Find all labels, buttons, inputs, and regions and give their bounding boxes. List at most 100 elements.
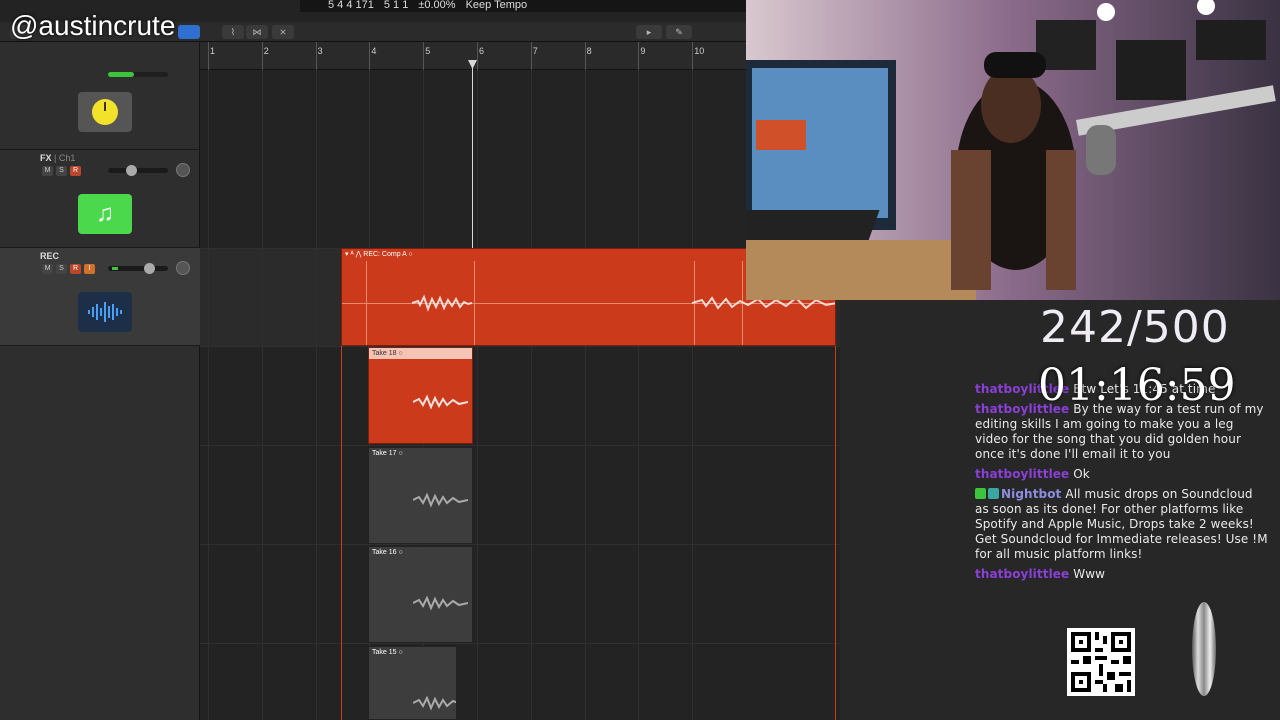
automation-icon[interactable]: ⌇ [222, 25, 244, 39]
stream-timer: 01:16:59 [1038, 360, 1236, 411]
comp-lane-left-edge [341, 346, 342, 720]
track-buttons: M S R [42, 166, 81, 176]
chat-username: thatboylittlee [975, 467, 1070, 481]
lcd-display: 5 4 4 171 5 1 1 ±0.00% Keep Tempo [300, 0, 746, 12]
input-monitor-button[interactable]: I [84, 264, 95, 274]
waveform [413, 394, 468, 410]
lcd-position-2: 5 1 1 [383, 0, 409, 11]
waveform-icon [78, 292, 132, 332]
volume-knob[interactable] [144, 263, 155, 274]
bar-tick [584, 42, 586, 70]
lane-divider [200, 445, 840, 446]
bar-tick [261, 42, 263, 70]
bar-number: 10 [694, 46, 705, 56]
goal-counter: 242/500 [1040, 302, 1230, 353]
bar-tick [208, 42, 209, 70]
track-headers: FX | Ch1 M S R ♫ REC M S R I [0, 42, 200, 720]
chat-text: Www [1073, 567, 1106, 581]
waveform [413, 595, 468, 611]
bar-number: 4 [371, 46, 377, 56]
bar-tick [530, 42, 532, 70]
solo-button[interactable]: S [56, 264, 67, 274]
volume-knob[interactable] [126, 165, 137, 176]
bar-gridline [530, 70, 532, 720]
mute-button[interactable]: M [42, 166, 53, 176]
lcd-percent: ±0.00% [418, 0, 456, 11]
track-name: REC [40, 251, 60, 261]
volume-slider[interactable] [108, 72, 168, 77]
mute-button[interactable]: M [42, 264, 53, 274]
lane-divider [200, 346, 840, 347]
track-header-rec[interactable]: REC M S R I [0, 248, 200, 346]
pan-knob[interactable] [176, 261, 190, 275]
streamer-handle: @austincrute [10, 10, 176, 41]
bar-number: 6 [479, 46, 485, 56]
chat-username: Nightbot [1001, 487, 1062, 501]
daw-window: 5 4 4 171 5 1 1 ±0.00% Keep Tempo ⌇ ⋈ ⨯ … [0, 0, 840, 720]
chat-username: thatboylittlee [975, 567, 1070, 581]
music-note-icon: ♫ [78, 194, 132, 234]
bar-tick [638, 42, 640, 70]
stream-frame: 5 4 4 171 5 1 1 ±0.00% Keep Tempo ⌇ ⋈ ⨯ … [0, 0, 1280, 720]
track-header-fx[interactable]: FX | Ch1 M S R ♫ [0, 150, 200, 248]
bar-tick [315, 42, 317, 70]
track-name: FX | Ch1 [40, 153, 76, 163]
pencil-tool-icon[interactable]: ✎ [666, 25, 692, 39]
track-header-1[interactable] [0, 42, 200, 150]
bar-gridline [315, 70, 317, 720]
take-header: Take 16 ○ [372, 549, 403, 556]
take-region-17[interactable]: Take 17 ○ [368, 447, 473, 544]
lane-divider [200, 643, 840, 644]
lcd-mode[interactable]: Keep Tempo [466, 0, 528, 12]
bar-gridline [208, 70, 209, 720]
waveform [412, 294, 472, 312]
list-view-icon[interactable] [178, 25, 200, 39]
solo-button[interactable]: S [56, 166, 67, 176]
waveform [413, 695, 456, 711]
chat-text: Ok [1073, 467, 1090, 481]
tracks-area[interactable] [200, 70, 840, 720]
record-arm-button[interactable]: R [70, 264, 81, 274]
volume-slider[interactable] [108, 165, 168, 176]
record-arm-button[interactable]: R [70, 166, 81, 176]
bar-number: 3 [317, 46, 323, 56]
take-region-16[interactable]: Take 16 ○ [368, 546, 473, 643]
pan-knob[interactable] [176, 163, 190, 177]
checkmark-badge-icon [975, 488, 986, 499]
chat-message: thatboylittlee Ok [975, 467, 1270, 482]
flex-icon[interactable]: ⋈ [246, 25, 268, 39]
bar-gridline [584, 70, 586, 720]
robot-badge-icon [988, 488, 999, 499]
bar-number: 2 [263, 46, 269, 56]
volume-slider[interactable] [108, 263, 168, 274]
snap-icon[interactable]: ⨯ [272, 25, 294, 39]
webcam-feed [746, 0, 1280, 300]
bar-number: 5 [425, 46, 431, 56]
bar-tick [692, 42, 694, 70]
take-region-15[interactable]: Take 15 ○ [368, 646, 457, 720]
bar-tick [477, 42, 478, 70]
track-buttons: M S R I [42, 264, 95, 274]
take-region-18[interactable]: Take 18 ○ [368, 347, 473, 444]
waveform [413, 492, 468, 508]
chat-message: thatboylittlee By the way for a test run … [975, 402, 1270, 462]
bar-number: 1 [210, 46, 216, 56]
bar-tick [423, 42, 425, 70]
bar-gridline [261, 70, 263, 720]
webcam-image [746, 0, 1280, 300]
chat-box: thatboylittlee Btw Let's 11:45 at time th… [975, 382, 1270, 587]
bar-gridline [477, 70, 478, 720]
take-header: Take 17 ○ [372, 450, 403, 457]
lcd-position: 5 4 4 171 [328, 0, 374, 11]
chat-message: Nightbot All music drops on Soundcloud as… [975, 487, 1270, 562]
chat-message: thatboylittlee Www [975, 567, 1270, 582]
take-header: Take 15 ○ [372, 649, 403, 656]
comp-lane-right-edge [835, 346, 836, 720]
bar-gridline [638, 70, 640, 720]
bar-number: 7 [532, 46, 538, 56]
pointer-tool-icon[interactable]: ▸ [636, 25, 662, 39]
take-header: Take 18 ○ [369, 348, 472, 359]
bar-tick [369, 42, 371, 70]
qr-code-icon [1067, 628, 1135, 696]
bar-number: 9 [640, 46, 646, 56]
